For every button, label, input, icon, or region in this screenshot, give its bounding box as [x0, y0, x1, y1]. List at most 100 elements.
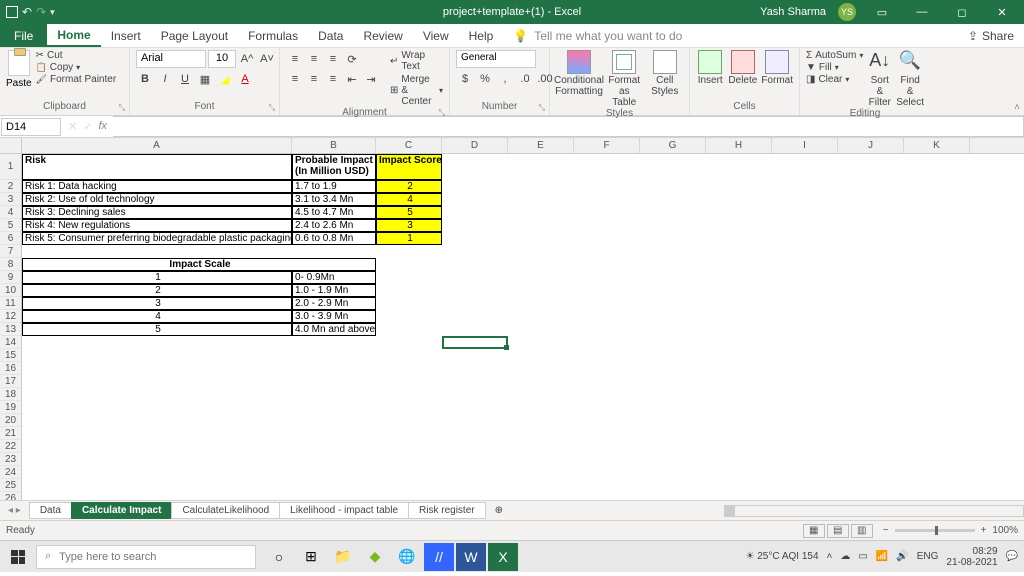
row-header-20[interactable]: 20	[0, 414, 21, 427]
row-header-5[interactable]: 5	[0, 219, 21, 232]
row-header-24[interactable]: 24	[0, 466, 21, 479]
chrome-icon[interactable]: 🌐	[392, 543, 422, 571]
app-icon-1[interactable]: ◆	[360, 543, 390, 571]
notifications-icon[interactable]: 💬	[1006, 551, 1018, 562]
sort-filter-button[interactable]: A↓Sort & Filter	[867, 50, 892, 108]
cell-B1[interactable]: Probable Impact (In Million USD)	[292, 154, 376, 180]
row-header-3[interactable]: 3	[0, 193, 21, 206]
col-header-A[interactable]: A	[22, 138, 292, 153]
cell-A2[interactable]: Risk 1: Data hacking	[22, 180, 292, 193]
qat-more-icon[interactable]: ▾	[50, 7, 55, 18]
cell-B6[interactable]: 0.6 to 0.8 Mn	[292, 232, 376, 245]
row-header-22[interactable]: 22	[0, 440, 21, 453]
row-header-26[interactable]: 26	[0, 492, 21, 500]
row-header-8[interactable]: 8	[0, 258, 21, 271]
sheet-tab-calculate-impact[interactable]: Calculate Impact	[71, 502, 172, 519]
tab-insert[interactable]: Insert	[101, 24, 151, 47]
enter-formula-icon[interactable]: ✓	[83, 120, 92, 133]
cell-A1[interactable]: Risk	[22, 154, 292, 180]
find-select-button[interactable]: 🔍Find & Select	[896, 50, 924, 108]
font-name-select[interactable]: Arial	[136, 50, 206, 68]
align-bottom-button[interactable]: ≡	[324, 50, 342, 68]
cell-A9[interactable]: 1	[22, 271, 292, 284]
undo-icon[interactable]: ↶	[22, 5, 32, 19]
number-format-select[interactable]: General	[456, 50, 536, 68]
excel-icon[interactable]: X	[488, 543, 518, 571]
word-icon[interactable]: W	[456, 543, 486, 571]
zoom-out-button[interactable]: −	[883, 525, 889, 536]
clear-button[interactable]: ◨Clear ▾	[806, 74, 863, 85]
font-color-button[interactable]: A	[236, 70, 254, 88]
format-table-button[interactable]: Format as Table	[606, 50, 643, 108]
spreadsheet-grid[interactable]: ABCDEFGHIJK 1234567891011121314151617181…	[0, 138, 1024, 500]
currency-button[interactable]: $	[456, 70, 474, 88]
collapse-ribbon-icon[interactable]: ˄	[1014, 102, 1020, 113]
cell-A4[interactable]: Risk 3: Declining sales	[22, 206, 292, 219]
col-header-H[interactable]: H	[706, 138, 772, 153]
close-icon[interactable]: ✕	[988, 6, 1016, 19]
increase-font-button[interactable]: A^	[238, 50, 256, 68]
col-header-C[interactable]: C	[376, 138, 442, 153]
tab-home[interactable]: Home	[47, 24, 100, 47]
share-button[interactable]: ⇪ Share	[968, 29, 1014, 43]
format-painter-button[interactable]: Format Painter	[36, 74, 117, 85]
cell-styles-button[interactable]: Cell Styles	[647, 50, 684, 97]
sheet-tab-likelihood---impact-table[interactable]: Likelihood - impact table	[279, 502, 409, 519]
border-button[interactable]: ▦	[196, 70, 214, 88]
comma-button[interactable]: ,	[496, 70, 514, 88]
align-left-button[interactable]: ≡	[286, 70, 304, 88]
copy-button[interactable]: Copy ▾	[36, 62, 117, 73]
col-header-E[interactable]: E	[508, 138, 574, 153]
row-header-19[interactable]: 19	[0, 401, 21, 414]
merge-center-button[interactable]: ⊞Merge & Center ▾	[390, 74, 443, 107]
sheet-nav-prev[interactable]: ◂ ▸	[0, 505, 29, 516]
align-right-button[interactable]: ≡	[324, 70, 342, 88]
cell-A6[interactable]: Risk 5: Consumer preferring biodegradabl…	[22, 232, 292, 245]
inc-decimal-button[interactable]: .0	[516, 70, 534, 88]
cell-A10[interactable]: 2	[22, 284, 292, 297]
row-header-18[interactable]: 18	[0, 388, 21, 401]
row-header-25[interactable]: 25	[0, 479, 21, 492]
row-header-12[interactable]: 12	[0, 310, 21, 323]
volume-icon[interactable]: 🔊	[896, 551, 908, 562]
row-header-16[interactable]: 16	[0, 362, 21, 375]
taskbar-search[interactable]: ⌕ Type here to search	[36, 545, 256, 569]
sheet-tab-risk-register[interactable]: Risk register	[408, 502, 486, 519]
fill-color-button[interactable]: ◢	[216, 70, 234, 88]
tab-review[interactable]: Review	[353, 24, 412, 47]
normal-view-button[interactable]: ▦	[803, 524, 825, 538]
align-center-button[interactable]: ≡	[305, 70, 323, 88]
ribbon-display-icon[interactable]: ▭	[868, 6, 896, 19]
row-header-14[interactable]: 14	[0, 336, 21, 349]
redo-icon[interactable]: ↷	[36, 5, 46, 19]
cell-A12[interactable]: 4	[22, 310, 292, 323]
tray-chevron-icon[interactable]: ˄	[827, 551, 833, 562]
row-header-9[interactable]: 9	[0, 271, 21, 284]
zoom-in-button[interactable]: +	[981, 525, 987, 536]
row-header-2[interactable]: 2	[0, 180, 21, 193]
cut-button[interactable]: Cut	[36, 50, 117, 61]
cortana-icon[interactable]: ○	[264, 543, 294, 571]
cancel-formula-icon[interactable]: ✕	[68, 120, 77, 133]
tab-view[interactable]: View	[413, 24, 459, 47]
row-header-17[interactable]: 17	[0, 375, 21, 388]
cell-C6[interactable]: 1	[376, 232, 442, 245]
indent-dec-button[interactable]: ⇤	[343, 70, 361, 88]
formula-input[interactable]	[113, 116, 1024, 137]
cell-B3[interactable]: 3.1 to 3.4 Mn	[292, 193, 376, 206]
page-break-view-button[interactable]: ▥	[851, 524, 873, 538]
row-header-23[interactable]: 23	[0, 453, 21, 466]
row-header-11[interactable]: 11	[0, 297, 21, 310]
app-icon-2[interactable]: //	[424, 543, 454, 571]
file-explorer-icon[interactable]: 📁	[328, 543, 358, 571]
onedrive-icon[interactable]: ☁	[840, 551, 850, 562]
cell-B12[interactable]: 3.0 - 3.9 Mn	[292, 310, 376, 323]
row-header-10[interactable]: 10	[0, 284, 21, 297]
maximize-icon[interactable]: ◻	[948, 6, 976, 19]
tab-data[interactable]: Data	[308, 24, 353, 47]
row-header-7[interactable]: 7	[0, 245, 21, 258]
autosum-button[interactable]: ΣAutoSum ▾	[806, 50, 863, 61]
tell-me-search[interactable]: 💡 Tell me what you want to do	[513, 29, 682, 43]
weather-widget[interactable]: ☀ 25°C AQI 154	[746, 551, 819, 562]
align-top-button[interactable]: ≡	[286, 50, 304, 68]
